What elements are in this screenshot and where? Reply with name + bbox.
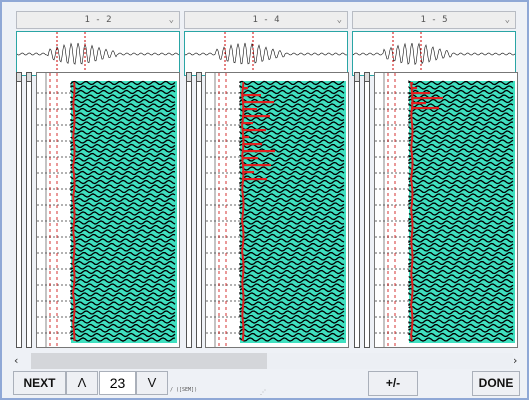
pick-segment [242, 101, 274, 104]
waveform-line [353, 42, 515, 66]
waveform-preview-3 [352, 31, 516, 76]
gather-fill [71, 81, 177, 343]
pick-segment [242, 122, 253, 125]
slider-knob[interactable] [355, 73, 359, 82]
gain-slider-2[interactable] [186, 72, 192, 348]
gather-view-1[interactable] [36, 72, 180, 348]
pick-segment [411, 92, 430, 95]
gain-slider-1[interactable] [16, 72, 22, 348]
down-button[interactable]: V [136, 371, 168, 395]
pick-segment [242, 115, 270, 118]
waveform-line [185, 42, 347, 65]
gather-plot-2 [206, 73, 346, 347]
waveform-line [17, 42, 179, 65]
pick-segment [411, 97, 443, 100]
up-button[interactable]: Λ [66, 371, 98, 395]
pick-segment [242, 150, 275, 153]
trace-select-3[interactable]: 1 - 5 ⌄ [352, 11, 516, 29]
gain-slider-2b[interactable] [196, 72, 202, 348]
trace-select-1[interactable]: 1 - 2 ⌄ [16, 11, 180, 29]
waveform-preview-1 [16, 31, 180, 76]
pick-segment [411, 87, 417, 90]
gather-view-2[interactable] [205, 72, 349, 348]
slider-knob[interactable] [27, 73, 31, 82]
scroll-left-icon[interactable]: ‹ [14, 353, 18, 369]
trace-select-3-label: 1 - 5 [420, 15, 448, 25]
pick-segment [242, 129, 266, 132]
waveform-3 [353, 32, 515, 75]
pick-segment [242, 94, 261, 97]
counter-field[interactable]: 23 [99, 371, 136, 395]
slider-knob[interactable] [197, 73, 201, 82]
chevron-down-icon: ⌄ [336, 15, 342, 25]
waveform-preview-2 [184, 31, 348, 76]
next-button[interactable]: NEXT [13, 371, 66, 395]
gather-plot-3 [375, 73, 515, 347]
horizontal-scrollbar[interactable] [31, 353, 513, 369]
pick-segment [242, 157, 258, 160]
gain-slider-1b[interactable] [26, 72, 32, 348]
pick-segment [242, 108, 257, 111]
status-field: / ([SEM]) ⋰ [170, 387, 266, 398]
app-window: 1 - 2 ⌄ 1 - 4 ⌄ 1 - 5 ⌄ ‹ › NEXT Λ 23 V … [0, 0, 529, 400]
scroll-right-icon[interactable]: › [513, 353, 517, 369]
pick-segment [242, 171, 254, 174]
slider-knob[interactable] [365, 73, 369, 82]
chevron-down-icon: ⌄ [504, 15, 510, 25]
plus-minus-button[interactable]: +/- [368, 371, 418, 396]
pick-segment [242, 136, 249, 139]
pick-segment [411, 102, 426, 105]
trace-select-2[interactable]: 1 - 4 ⌄ [184, 11, 348, 29]
pick-segment [242, 178, 267, 181]
gather-plot-1 [37, 73, 177, 347]
chevron-down-icon: ⌄ [168, 15, 174, 25]
gain-slider-3b[interactable] [364, 72, 370, 348]
waveform-2 [185, 32, 347, 75]
pick-segment [242, 143, 262, 146]
done-button[interactable]: DONE [472, 371, 520, 396]
gain-slider-3[interactable] [354, 72, 360, 348]
gather-view-3[interactable] [374, 72, 518, 348]
trace-select-2-label: 1 - 4 [252, 15, 280, 25]
resize-grip-icon: ⋰ [260, 389, 266, 396]
status-text: / ([SEM]) [170, 387, 198, 393]
pick-segment [242, 87, 248, 90]
scrollbar-thumb[interactable] [31, 353, 267, 369]
slider-knob[interactable] [17, 73, 21, 82]
trace-select-1-label: 1 - 2 [84, 15, 112, 25]
pick-segment [411, 107, 439, 110]
waveform-1 [17, 32, 179, 75]
slider-knob[interactable] [187, 73, 191, 82]
pick-segment [242, 164, 271, 167]
